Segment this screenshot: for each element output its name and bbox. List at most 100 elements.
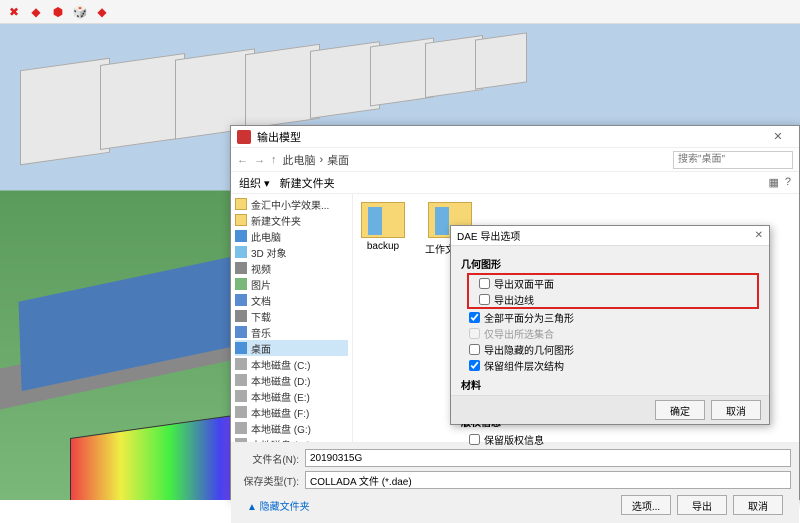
triangulate-label: 全部平面分为三角形 — [484, 310, 574, 325]
folder-tree[interactable]: 金汇中小学效果...新建文件夹此电脑3D 对象视频图片文档下载音乐桌面本地磁盘 … — [231, 194, 353, 442]
folder-icon — [235, 374, 247, 386]
tool-icon-3[interactable]: ⬢ — [50, 4, 66, 20]
up-icon[interactable]: ↑ — [271, 154, 277, 166]
tree-label: 本地磁盘 (G:) — [251, 421, 311, 436]
crumb-pc[interactable]: 此电脑 — [283, 152, 316, 168]
tree-label: 3D 对象 — [251, 245, 287, 260]
tree-item[interactable]: 下载 — [235, 308, 348, 324]
section-materials: 材料 — [461, 377, 759, 392]
export-hierarchy-label: 导出隐藏的几何图形 — [484, 342, 574, 357]
tree-label: 下载 — [251, 309, 271, 324]
new-folder-button[interactable]: 新建文件夹 — [280, 175, 335, 191]
export-faces-checkbox[interactable] — [479, 278, 490, 289]
dialog-bottom: 文件名(N): 20190315G 保存类型(T): COLLADA 文件 (*… — [231, 442, 799, 523]
back-icon[interactable]: ← — [237, 154, 248, 166]
tree-item[interactable]: 本地磁盘 (E:) — [235, 388, 348, 404]
section-geometry: 几何图形 — [461, 256, 759, 271]
tree-label: 金汇中小学效果... — [251, 197, 329, 212]
tree-item[interactable]: 本地磁盘 (F:) — [235, 404, 348, 420]
tree-label: 本地磁盘 (C:) — [251, 357, 310, 372]
search-input[interactable] — [673, 151, 793, 169]
export-edges-label: 导出边线 — [494, 292, 534, 307]
view-icon[interactable]: ▦ — [768, 176, 778, 189]
filetype-select[interactable]: COLLADA 文件 (*.dae) — [305, 471, 791, 489]
dialog-titlebar[interactable]: 输出模型 ✕ — [231, 126, 799, 148]
tool-icon-1[interactable]: ✖ — [6, 4, 22, 20]
building — [475, 32, 527, 89]
file-label: backup — [367, 241, 399, 252]
close-icon[interactable]: ✕ — [763, 130, 793, 143]
chevron-icon: › — [320, 154, 324, 166]
folder-icon — [235, 326, 247, 338]
tree-label: 图片 — [251, 277, 271, 292]
tool-icon-4[interactable]: 🎲 — [72, 4, 88, 20]
folder-icon — [235, 422, 247, 434]
building — [20, 58, 110, 166]
breadcrumb[interactable]: 此电脑 › 桌面 — [283, 152, 668, 168]
preserve-cred-checkbox[interactable] — [469, 434, 480, 445]
highlighted-options: 导出双面平面 导出边线 — [467, 273, 759, 309]
folder-icon — [235, 198, 247, 210]
tree-item[interactable]: 文档 — [235, 292, 348, 308]
main-toolbar: ✖ ◆ ⬢ 🎲 ◆ — [0, 0, 800, 24]
organize-menu[interactable]: 组织 ▾ — [239, 175, 270, 191]
export-hidden-checkbox — [469, 328, 480, 339]
tree-item[interactable]: 音乐 — [235, 324, 348, 340]
tree-item[interactable]: 本地磁盘 (G:) — [235, 420, 348, 436]
folder-icon — [235, 342, 247, 354]
export-button[interactable]: 导出 — [677, 495, 727, 515]
tree-item[interactable]: 本地磁盘 (C:) — [235, 356, 348, 372]
sketchup-icon — [237, 130, 251, 144]
tree-item[interactable]: 本地磁盘 (D:) — [235, 372, 348, 388]
export-edges-checkbox[interactable] — [479, 294, 490, 305]
options-titlebar[interactable]: DAE 导出选项 ✕ — [451, 226, 769, 246]
cancel-button[interactable]: 取消 — [711, 400, 761, 420]
tree-item[interactable]: 桌面 — [235, 340, 348, 356]
filetype-label: 保存类型(T): — [239, 473, 299, 488]
tree-item[interactable]: 图片 — [235, 276, 348, 292]
folder-icon — [361, 202, 405, 238]
cancel-button[interactable]: 取消 — [733, 495, 783, 515]
nav-bar: ← → ↑ 此电脑 › 桌面 — [231, 148, 799, 172]
tree-label: 本地磁盘 (E:) — [251, 389, 310, 404]
options-button[interactable]: 选项... — [621, 495, 671, 515]
file-item[interactable]: backup — [361, 202, 405, 252]
tree-item[interactable]: 视频 — [235, 260, 348, 276]
triangulate-checkbox[interactable] — [469, 312, 480, 323]
tool-icon-2[interactable]: ◆ — [28, 4, 44, 20]
crumb-location[interactable]: 桌面 — [327, 152, 349, 168]
options-title: DAE 导出选项 — [457, 228, 520, 243]
folder-icon — [235, 262, 247, 274]
tree-item[interactable]: 本地磁盘 (H:) — [235, 436, 348, 442]
tree-label: 本地磁盘 (D:) — [251, 373, 310, 388]
tree-label: 新建文件夹 — [251, 213, 301, 228]
dae-options-dialog: DAE 导出选项 ✕ 几何图形 导出双面平面 导出边线 全部平面分为三角形 仅导… — [450, 225, 770, 425]
tree-label: 视频 — [251, 261, 271, 276]
preserve-cred-label: 保留版权信息 — [484, 432, 544, 447]
hide-folders-link[interactable]: ▲ 隐藏文件夹 — [239, 496, 318, 515]
close-icon[interactable]: ✕ — [755, 230, 763, 241]
export-faces-label: 导出双面平面 — [494, 276, 554, 291]
organize-row: 组织 ▾ 新建文件夹 ▦ ? — [231, 172, 799, 194]
help-icon[interactable]: ? — [785, 176, 791, 189]
folder-icon — [235, 390, 247, 402]
building — [245, 44, 320, 130]
folder-icon — [235, 406, 247, 418]
export-hierarchy-checkbox[interactable] — [469, 344, 480, 355]
tree-item[interactable]: 金汇中小学效果... — [235, 196, 348, 212]
ok-button[interactable]: 确定 — [655, 400, 705, 420]
folder-icon — [235, 278, 247, 290]
tree-label: 本地磁盘 (F:) — [251, 405, 309, 420]
forward-icon[interactable]: → — [254, 154, 265, 166]
folder-icon — [235, 438, 247, 442]
tree-item[interactable]: 3D 对象 — [235, 244, 348, 260]
export-hidden-label: 仅导出所选集合 — [484, 326, 554, 341]
tool-icon-5[interactable]: ◆ — [94, 4, 110, 20]
preserve-comp-checkbox[interactable] — [469, 360, 480, 371]
tree-item[interactable]: 新建文件夹 — [235, 212, 348, 228]
filename-label: 文件名(N): — [239, 451, 299, 466]
tree-item[interactable]: 此电脑 — [235, 228, 348, 244]
folder-icon — [235, 214, 247, 226]
building — [100, 53, 185, 150]
tree-label: 本地磁盘 (H:) — [251, 437, 310, 443]
